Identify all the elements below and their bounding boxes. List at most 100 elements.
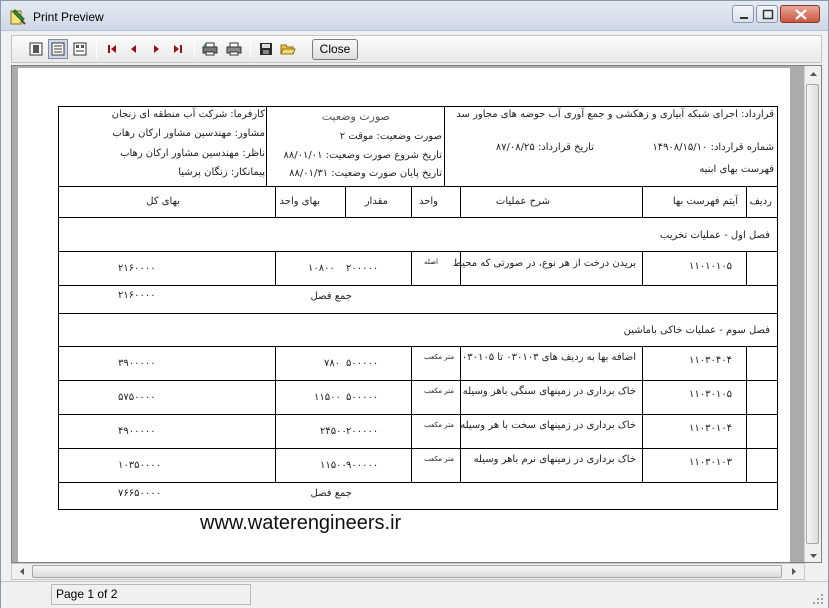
window-close-button[interactable] [780, 5, 820, 23]
row-total: ۴۹۰۰۰۰۰ [118, 426, 156, 437]
row-total: ۳۹۰۰۰۰۰ [118, 358, 156, 369]
section-sum-label: جمع فصل [310, 291, 353, 302]
column-divider [411, 346, 412, 482]
vertical-scroll-thumb[interactable] [806, 84, 819, 544]
column-divider [642, 186, 643, 217]
page-indicator: Page 1 of 2 [51, 584, 251, 605]
save-button[interactable] [256, 39, 276, 59]
row-unit-price: ۱۱۵۰۰ [314, 392, 341, 403]
next-page-icon [154, 45, 159, 53]
printer-icon [226, 42, 242, 56]
column-divider [746, 251, 747, 285]
row-qty: ۵۰۰۰۰۰ [346, 358, 379, 369]
column-divider [275, 346, 276, 482]
contract-label: قرارداد: اجرای شبکه آبیاری و زهکشی و جمع… [456, 109, 774, 120]
open-button[interactable] [278, 39, 298, 59]
row-description: خاک برداری در زمینهای نرم باهر وسیله [473, 454, 636, 465]
table-border [777, 106, 778, 510]
row-description: خاک برداری در زمینهای سنگی باهر وسیله [462, 386, 636, 397]
minimize-icon [740, 17, 748, 19]
column-header-unit: واحد [418, 196, 438, 207]
table-border [58, 509, 778, 510]
print-setup-button[interactable] [200, 39, 220, 59]
section-sum-label: جمع فصل [310, 488, 353, 499]
scroll-down-icon [810, 554, 817, 558]
maximize-button[interactable] [756, 5, 778, 23]
multi-page-button[interactable] [70, 39, 90, 59]
save-icon [260, 43, 272, 55]
last-page-icon [174, 45, 182, 53]
column-header-row: ردیف [749, 196, 772, 207]
row-description: اضافه بها به ردیف های ۰۳۰۱۰۳ تا ۰۳۰۱۰۵ [461, 352, 636, 363]
app-icon [10, 9, 26, 25]
section-title: فصل اول - عملیات تخریب [659, 230, 770, 241]
folder-open-icon [280, 44, 296, 55]
status-bar: Page 1 of 2 [1, 581, 828, 608]
row-divider [58, 251, 778, 252]
close-button[interactable]: Close [312, 39, 358, 60]
header-divider [444, 106, 445, 186]
row-unit: اصله [424, 258, 438, 266]
contract-number-label: شماره قرارداد: ۱۴۹۰۸/۱۵/۱۰ [652, 142, 774, 153]
section-title: فصل سوم - عملیات خاکی باماشین [623, 325, 770, 336]
column-divider [642, 251, 643, 285]
vertical-scrollbar[interactable] [804, 66, 821, 562]
previous-page-button[interactable] [124, 39, 144, 59]
row-divider [58, 414, 778, 415]
scroll-up-icon [810, 72, 817, 76]
consultant-label: مشاور: مهندسین مشاور ارکان رهاب [112, 128, 265, 139]
row-unit-price: ۱۰۸۰۰ [308, 263, 335, 274]
row-unit: متر مکعب [424, 387, 454, 395]
start-date-label: تاریخ شروع صورت وضعیت: ۸۸/۰۱/۰۱ [283, 150, 442, 161]
section-divider [58, 313, 778, 314]
row-divider [58, 380, 778, 381]
single-page-icon [29, 42, 43, 56]
toolbar-separator [250, 40, 251, 58]
horizontal-scrollbar[interactable] [11, 563, 805, 580]
row-total: ۲۱۶۰۰۰۰ [118, 263, 156, 274]
row-item-code: ۱۱۰۳۰۱۰۴ [689, 423, 732, 434]
previous-page-icon [131, 45, 136, 53]
column-header-total: بهای کل [146, 196, 180, 207]
header-divider [266, 106, 267, 186]
row-unit-price: ۷۸۰ [324, 358, 341, 369]
supervisor-label: ناظر: مهندسین مشاور ارکان رهاب [120, 148, 265, 159]
resize-grip-icon[interactable] [812, 593, 824, 605]
row-divider [58, 285, 778, 286]
row-unit-price: ۲۴۵۰۰ [320, 426, 347, 437]
header-divider [58, 186, 778, 187]
minimize-button[interactable] [732, 5, 754, 23]
column-divider [411, 186, 412, 217]
columns-divider [58, 217, 778, 218]
horizontal-scroll-thumb[interactable] [32, 565, 782, 578]
status-type-label: صورت وضعیت: موقت ۲ [339, 131, 442, 142]
row-unit: متر مکعب [424, 353, 454, 361]
page-width-button[interactable] [48, 39, 68, 59]
table-border [58, 106, 59, 510]
document-title: صورت وضعیت [321, 110, 390, 123]
row-unit: متر مکعب [424, 421, 454, 429]
row-item-code: ۱۱۰۱۰۱۰۵ [689, 261, 732, 272]
row-total: ۵۷۵۰۰۰۰ [118, 392, 156, 403]
row-unit: متر مکعب [424, 455, 454, 463]
print-button[interactable] [224, 39, 244, 59]
toolbar-separator [96, 40, 97, 58]
column-header-unit-price: بهای واحد [279, 196, 320, 207]
row-description: بریدن درخت از هر نوع، در صورتی که محیط [452, 258, 636, 269]
first-page-icon [108, 45, 116, 53]
row-divider [58, 346, 778, 347]
toolbar: Close [11, 35, 822, 63]
row-qty: ۵۰۰۰۰۰ [346, 392, 379, 403]
row-qty: ۹۰۰۰۰۰ [346, 460, 379, 471]
row-divider [58, 482, 778, 483]
first-page-button[interactable] [102, 39, 122, 59]
single-page-button[interactable] [26, 39, 46, 59]
column-header-description: شرح عملیات [495, 196, 550, 207]
row-description: خاک برداری در زمینهای سخت با هر وسیله [460, 420, 636, 431]
section-sum-value: ۷۶۶۵۰۰۰۰ [118, 488, 161, 499]
preview-area[interactable]: کارفرما: شرکت آب منطقه ای زنجان مشاور: م… [11, 65, 822, 563]
column-divider [642, 346, 643, 482]
last-page-button[interactable] [168, 39, 188, 59]
title-bar: Print Preview [1, 1, 828, 31]
next-page-button[interactable] [146, 39, 166, 59]
